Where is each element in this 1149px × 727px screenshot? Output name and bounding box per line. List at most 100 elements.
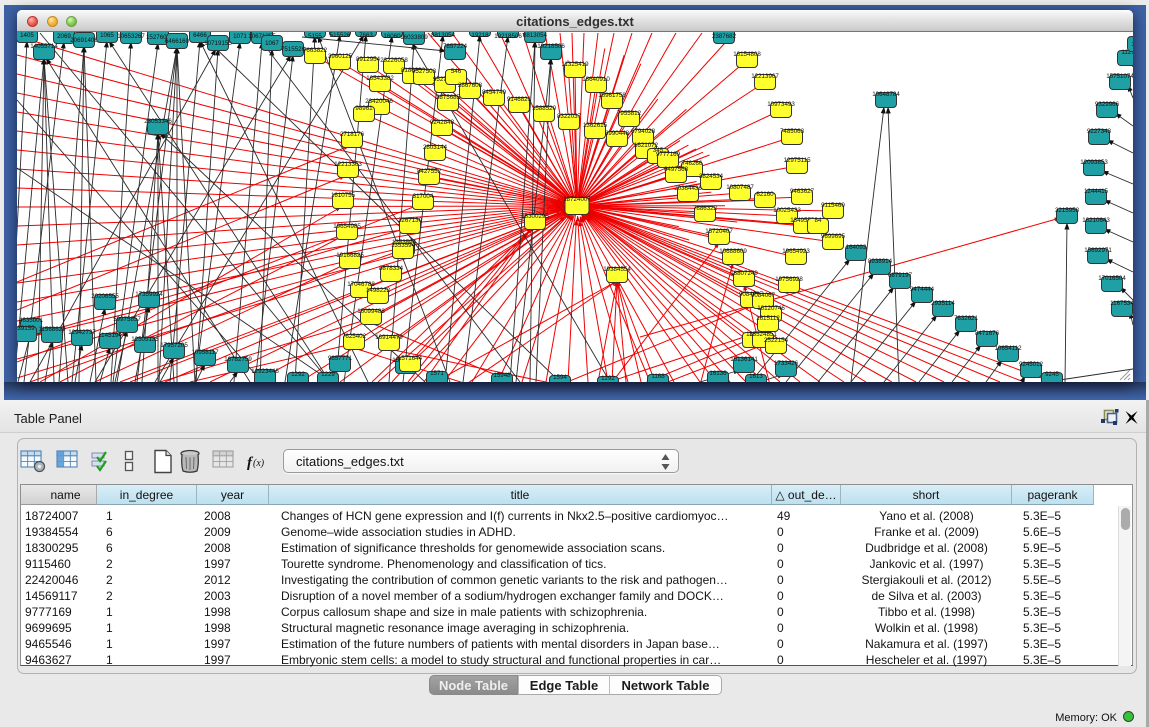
svg-text:15751074: 15751074	[1106, 73, 1133, 80]
svg-text:18300295: 18300295	[521, 213, 549, 220]
svg-text:8322037: 8322037	[557, 113, 582, 120]
svg-text:6794028: 6794028	[631, 128, 656, 135]
svg-text:1498222: 1498222	[366, 287, 391, 294]
svg-text:10025433: 10025433	[773, 207, 801, 214]
svg-text:16543382: 16543382	[366, 75, 394, 82]
svg-text:9245: 9245	[1045, 371, 1059, 378]
svg-text:39159: 39159	[17, 325, 35, 332]
svg-text:1613: 1613	[749, 373, 763, 380]
svg-text:10719155: 10719155	[204, 40, 232, 47]
svg-text:1132: 1132	[1131, 41, 1133, 48]
svg-text:9115460: 9115460	[821, 202, 845, 209]
svg-text:8813054: 8813054	[523, 32, 548, 39]
svg-text:18807249: 18807249	[730, 270, 758, 277]
svg-text:9227343: 9227343	[1087, 128, 1112, 135]
svg-text:9245012: 9245012	[1019, 361, 1044, 368]
svg-text:16782759: 16782759	[224, 356, 252, 363]
svg-text:15692971: 15692971	[1084, 247, 1112, 254]
svg-text:1362615: 1362615	[583, 122, 608, 129]
svg-text:18724007: 18724007	[563, 196, 591, 203]
svg-text:1571: 1571	[430, 370, 444, 377]
svg-text:3960125: 3960125	[328, 53, 353, 60]
svg-text:59975857: 59975857	[113, 316, 141, 323]
svg-text:1065: 1065	[100, 32, 114, 39]
svg-text:7886322: 7886322	[693, 205, 718, 212]
svg-text:8454749: 8454749	[482, 89, 507, 96]
svg-text:1167534: 1167534	[1110, 300, 1133, 307]
svg-text:16033809: 16033809	[400, 34, 428, 41]
svg-text:12093853: 12093853	[1080, 159, 1108, 166]
svg-text:16210643: 16210643	[1082, 217, 1110, 224]
svg-text:9463627: 9463627	[790, 188, 815, 195]
svg-text:1405: 1405	[20, 32, 34, 39]
svg-text:9699695: 9699695	[821, 233, 846, 240]
svg-text:16154808: 16154808	[733, 51, 761, 58]
svg-text:1615112: 1615112	[756, 315, 780, 322]
svg-text:9146821: 9146821	[507, 96, 532, 103]
svg-text:19384554: 19384554	[603, 266, 631, 273]
svg-text:1229: 1229	[321, 371, 335, 378]
svg-text:10648784: 10648784	[872, 91, 900, 98]
svg-text:6497568: 6497568	[664, 166, 689, 173]
svg-text:19218506: 19218506	[537, 43, 565, 50]
svg-text:6879197: 6879197	[888, 272, 913, 279]
svg-text:12213967: 12213967	[751, 73, 779, 80]
svg-text:1588520: 1588520	[532, 105, 557, 112]
svg-text:7632621: 7632621	[954, 315, 979, 322]
svg-text:3824534: 3824534	[699, 173, 724, 180]
svg-text:12942737: 12942737	[68, 329, 96, 336]
svg-text:(x): (x)	[253, 458, 265, 469]
svg-text:12975115: 12975115	[783, 157, 811, 164]
svg-text:1610755: 1610755	[331, 192, 356, 199]
svg-text:15948: 15948	[493, 372, 511, 379]
svg-text:17359924: 17359924	[135, 291, 163, 298]
svg-text:84: 84	[815, 217, 822, 224]
svg-text:11568629: 11568629	[38, 326, 66, 333]
svg-text:164093: 164093	[846, 244, 867, 251]
svg-text:16961758: 16961758	[598, 92, 626, 99]
svg-text:23053346: 23053346	[144, 118, 172, 125]
svg-text:2387682: 2387682	[712, 33, 737, 40]
svg-text:546: 546	[451, 68, 462, 75]
svg-text:1145194: 1145194	[98, 332, 122, 339]
svg-text:2803144: 2803144	[423, 144, 448, 151]
svg-text:10807487: 10807487	[726, 184, 754, 191]
svg-text:1292: 1292	[601, 375, 615, 382]
svg-text:1594: 1594	[553, 374, 567, 381]
svg-text:6466: 6466	[193, 32, 207, 39]
svg-text:1571644: 1571644	[398, 355, 423, 362]
svg-text:20206555: 20206555	[91, 293, 119, 300]
svg-text:8878334: 8878334	[379, 265, 404, 272]
svg-text:16099488: 16099488	[357, 308, 385, 315]
svg-text:9329966: 9329966	[1095, 101, 1120, 108]
svg-text:9777169: 9777169	[656, 151, 681, 158]
svg-text:10653267: 10653267	[117, 33, 145, 40]
svg-text:8938914: 8938914	[868, 258, 893, 265]
svg-text:2935114: 2935114	[931, 300, 955, 307]
svg-text:12505135: 12505135	[131, 336, 159, 343]
svg-text:3875685: 3875685	[436, 94, 461, 101]
svg-text:9857771: 9857771	[328, 355, 353, 362]
svg-text:12923446: 12923446	[251, 368, 279, 375]
svg-text:14055714: 14055714	[30, 43, 58, 50]
svg-text:17016504: 17016504	[1098, 275, 1126, 282]
svg-text:1244415: 1244415	[1084, 188, 1109, 195]
svg-text:15720407: 15720407	[705, 228, 733, 235]
svg-text:2867608: 2867608	[458, 82, 483, 89]
svg-text:317004: 317004	[413, 193, 434, 200]
svg-text:6466160: 6466160	[165, 38, 190, 45]
svg-text:9084067: 9084067	[751, 292, 776, 299]
svg-text:7515526: 7515526	[281, 46, 306, 53]
svg-text:8990448: 8990448	[605, 130, 630, 137]
svg-text:16914479: 16914479	[375, 334, 403, 341]
svg-text:1353594: 1353594	[391, 242, 416, 249]
svg-text:7857224: 7857224	[443, 43, 468, 50]
svg-text:16136: 16136	[709, 370, 727, 377]
svg-text:19654985: 19654985	[333, 223, 361, 230]
svg-text:1168: 1168	[651, 373, 665, 380]
svg-text:23420046: 23420046	[365, 98, 393, 105]
svg-text:10654112: 10654112	[994, 345, 1022, 352]
svg-text:9474444: 9474444	[910, 286, 935, 293]
svg-text:19218: 19218	[471, 32, 489, 39]
svg-text:515526: 515526	[330, 32, 351, 39]
